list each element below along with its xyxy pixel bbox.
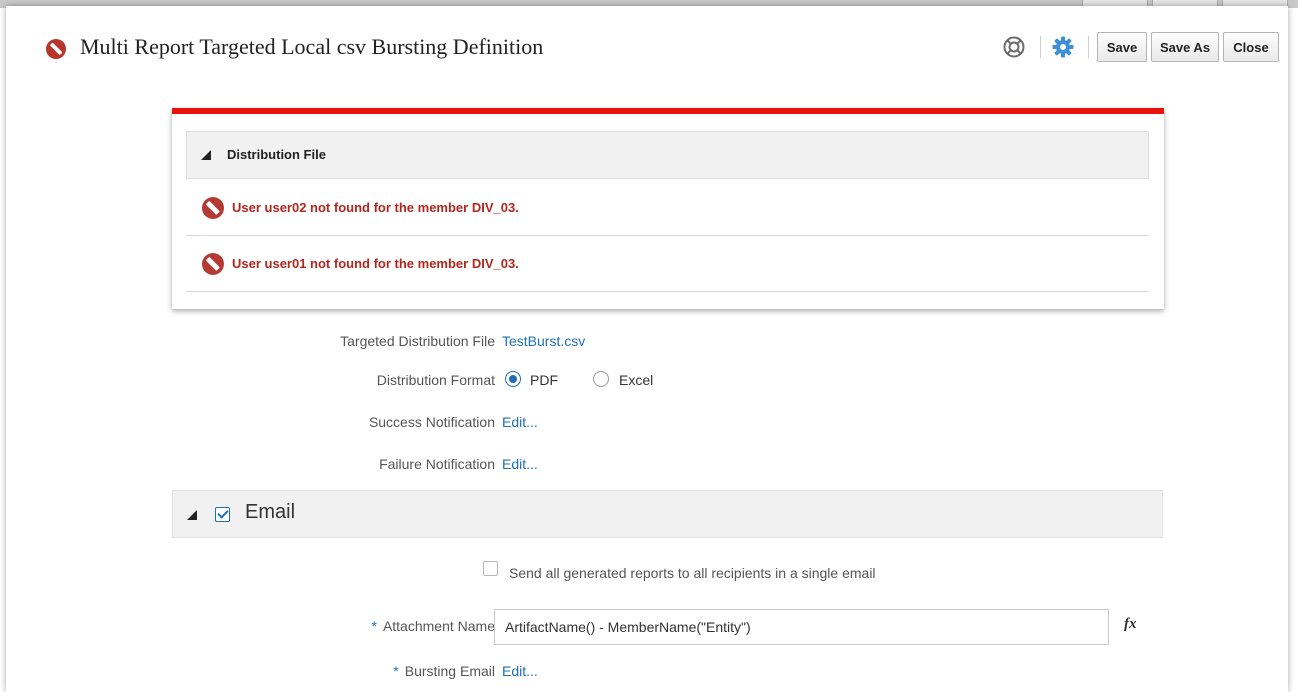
close-button[interactable]: Close: [1223, 32, 1279, 62]
email-section-header: Email: [172, 490, 1163, 538]
attachment-name-input[interactable]: [494, 609, 1109, 645]
radio-pdf-label: PDF: [530, 372, 558, 388]
formula-icon[interactable]: fx: [1124, 616, 1137, 633]
bursting-email-label-text: Bursting Email: [404, 663, 495, 679]
error-icon: [202, 253, 224, 275]
error-status-icon: [46, 39, 66, 59]
bursting-email-label: * Bursting Email: [393, 663, 495, 679]
message-row: User user01 not found for the member DIV…: [186, 236, 1149, 292]
radio-excel[interactable]: [593, 371, 609, 387]
gear-icon[interactable]: [1051, 35, 1075, 59]
page-title: Multi Report Targeted Local csv Bursting…: [80, 34, 544, 59]
messages-section-header[interactable]: Distribution File: [186, 131, 1149, 179]
targeted-distribution-file-link[interactable]: TestBurst.csv: [502, 333, 585, 349]
message-row: User user02 not found for the member DIV…: [186, 180, 1149, 236]
attachment-name-label-text: Attachment Name: [382, 618, 495, 634]
bursting-email-edit-link[interactable]: Edit...: [502, 663, 538, 679]
required-indicator: *: [393, 663, 399, 679]
validation-messages-popup: Distribution File User user02 not found …: [172, 108, 1164, 309]
error-message-text: User user02 not found for the member DIV…: [232, 200, 519, 215]
collapse-triangle-icon[interactable]: [187, 507, 201, 521]
messages-section-label: Distribution File: [227, 147, 326, 162]
failure-notification-label: Failure Notification: [379, 456, 495, 472]
toolbar-separator: [1088, 36, 1089, 58]
email-enable-checkbox[interactable]: [215, 507, 230, 522]
distribution-format-label: Distribution Format: [376, 372, 495, 388]
error-message-text: User user01 not found for the member DIV…: [232, 256, 519, 271]
email-section-title: Email: [245, 501, 296, 523]
radio-excel-label: Excel: [619, 372, 654, 388]
error-icon: [202, 197, 224, 219]
help-icon[interactable]: [1003, 36, 1025, 58]
success-notification-label: Success Notification: [368, 414, 495, 430]
success-notification-edit-link[interactable]: Edit...: [502, 414, 538, 430]
save-button[interactable]: Save: [1097, 32, 1147, 62]
collapse-triangle-icon[interactable]: [201, 148, 215, 162]
required-indicator: *: [371, 618, 377, 634]
single-email-checkbox[interactable]: [483, 561, 498, 576]
toolbar-separator: [1040, 36, 1041, 58]
failure-notification-edit-link[interactable]: Edit...: [502, 456, 538, 472]
attachment-name-label: * Attachment Name: [371, 618, 495, 634]
single-email-label: Send all generated reports to all recipi…: [509, 565, 876, 581]
radio-pdf[interactable]: [505, 371, 521, 387]
save-as-button[interactable]: Save As: [1151, 32, 1219, 62]
targeted-distribution-file-label: Targeted Distribution File: [340, 333, 495, 349]
